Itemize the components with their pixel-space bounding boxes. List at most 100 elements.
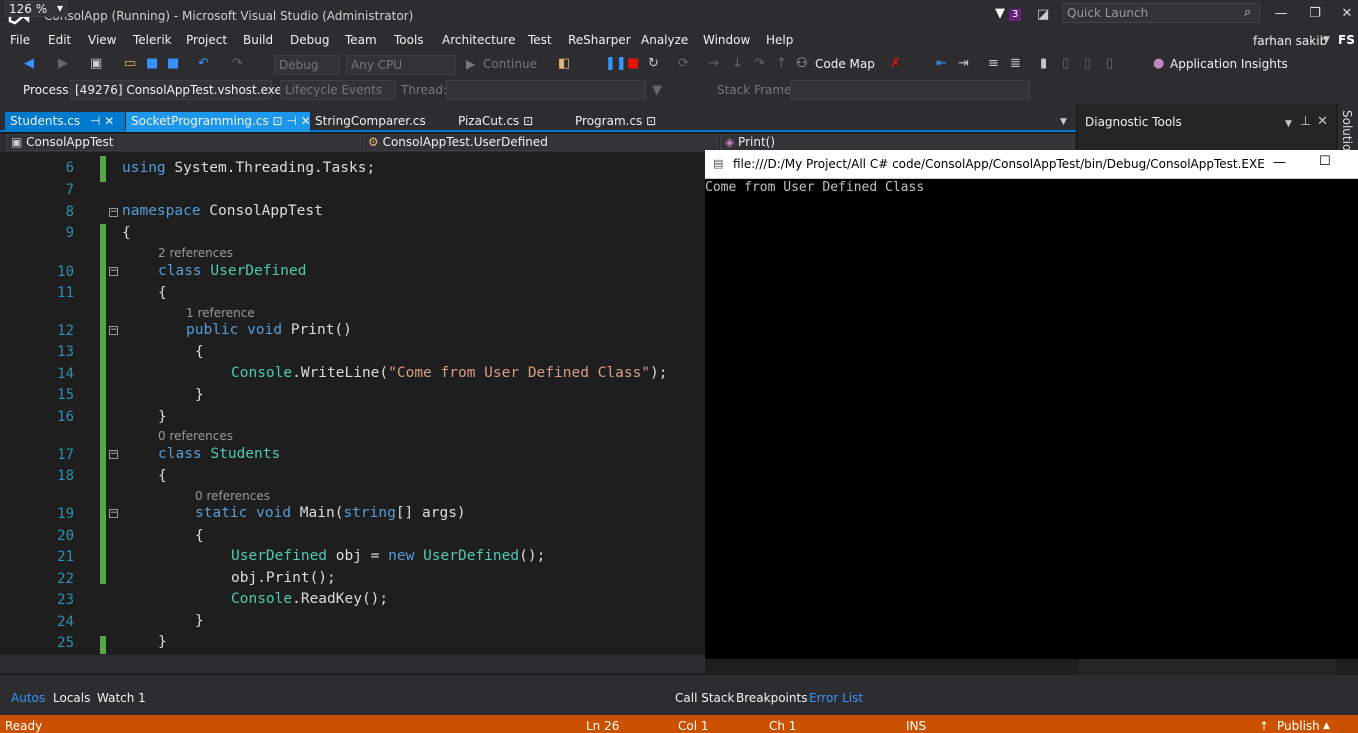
open-file-icon[interactable]: ▭ (124, 56, 136, 72)
publish-arrow-icon[interactable]: ↑ (1259, 719, 1269, 733)
search-icon[interactable]: ⌕ (1244, 5, 1251, 20)
continue-button[interactable]: Continue (483, 57, 537, 71)
tab-string-comparer[interactable]: StringComparer.cs (310, 112, 430, 132)
codelens-references[interactable]: 0 references (158, 429, 233, 443)
tab-breakpoints[interactable]: Breakpoints (736, 691, 807, 705)
menu-team[interactable]: Team (345, 33, 377, 47)
step-over-icon[interactable]: ↓ (732, 56, 743, 72)
solution-config-select[interactable]: Debug (274, 55, 340, 75)
publish-button[interactable]: Publish (1277, 719, 1320, 733)
next-bookmark-icon[interactable]: ▯ (1084, 56, 1091, 72)
restart-icon[interactable]: ↻ (648, 56, 659, 72)
chevron-down-icon[interactable]: ▼ (1285, 116, 1292, 132)
notification-count-badge[interactable]: 3 (1009, 9, 1022, 21)
pin-icon[interactable]: ⊣ (286, 114, 296, 128)
zoom-select[interactable]: 126 % ▼ (5, 1, 67, 17)
collapse-icon[interactable]: − (109, 326, 118, 335)
step-into-icon[interactable]: → (708, 56, 719, 72)
stack-frame-select[interactable] (790, 80, 1030, 100)
collapse-icon[interactable]: − (109, 208, 118, 217)
close-icon[interactable]: ✕ (1317, 114, 1328, 130)
restore-button[interactable]: ❐ (1304, 4, 1326, 24)
menu-window[interactable]: Window (703, 33, 750, 47)
menu-file[interactable]: File (10, 33, 30, 47)
back-icon[interactable]: ◀ (24, 56, 34, 72)
prev-bookmark-icon[interactable]: ▯ (1062, 56, 1069, 72)
lightbulb-icon[interactable]: ● (1153, 56, 1164, 72)
save-icon[interactable]: ■ (146, 56, 158, 72)
comment-icon[interactable]: ≡ (988, 56, 999, 72)
chevron-up-icon[interactable]: ▲ (1323, 721, 1330, 731)
menu-architecture[interactable]: Architecture (442, 33, 515, 47)
tab-error-list[interactable]: Error List (809, 691, 863, 705)
platform-select[interactable]: Any CPU (346, 55, 456, 75)
menu-analyze[interactable]: Analyze (641, 33, 688, 47)
user-avatar[interactable]: FS (1338, 33, 1355, 47)
debug-target-icon[interactable]: ◧ (558, 56, 570, 72)
codelens-references[interactable]: 0 references (195, 489, 270, 503)
menu-tools[interactable]: Tools (394, 33, 424, 47)
menu-project[interactable]: Project (186, 33, 227, 47)
console-maximize-button[interactable]: ☐ (1319, 154, 1331, 169)
user-name[interactable]: farhan sakib (1253, 34, 1327, 48)
menu-build[interactable]: Build (243, 33, 273, 47)
minimize-button[interactable]: — (1270, 4, 1292, 24)
continue-play-icon[interactable]: ▶ (466, 57, 475, 71)
lifecycle-events-select[interactable]: Lifecycle Events (280, 80, 396, 100)
tab-piza-cut[interactable]: PizaCut.cs ⊡ (453, 112, 553, 132)
menu-help[interactable]: Help (766, 33, 793, 47)
codelens-references[interactable]: 2 references (158, 246, 233, 260)
uncomment-icon[interactable]: ≣ (1010, 56, 1021, 72)
console-minimize-button[interactable]: — (1273, 155, 1286, 170)
tab-socket-programming[interactable]: SocketProgramming.cs ⊡ ⊣ ✕ (126, 112, 311, 132)
clear-bookmarks-icon[interactable]: ▯ (1106, 56, 1113, 72)
outdent-icon[interactable]: ⇥ (958, 56, 969, 72)
chevron-down-icon[interactable]: ▼ (1323, 35, 1330, 45)
menu-edit[interactable]: Edit (48, 33, 71, 47)
indent-icon[interactable]: ⇤ (936, 56, 947, 72)
collapse-icon[interactable]: − (109, 450, 118, 459)
tab-autos[interactable]: Autos (11, 691, 45, 705)
stop-icon[interactable]: ■ (627, 56, 639, 72)
feedback-icon[interactable]: ◪ (1037, 7, 1049, 22)
tab-call-stack[interactable]: Call Stack (675, 691, 734, 705)
undo-icon[interactable]: ↶ (198, 56, 209, 72)
menu-resharper[interactable]: ReSharper (568, 33, 631, 47)
tab-overflow-icon[interactable]: ▼ (1060, 114, 1067, 130)
pin-icon[interactable]: ⊣ (90, 114, 100, 128)
redo-icon[interactable]: ↷ (232, 56, 243, 72)
thread-select[interactable] (446, 80, 646, 100)
tab-locals[interactable]: Locals (53, 691, 90, 705)
close-button[interactable]: ✕ (1336, 4, 1358, 24)
console-output-area[interactable] (705, 179, 1358, 659)
notifications-filter-icon[interactable]: ▼ (995, 6, 1005, 21)
collapse-icon[interactable]: − (109, 267, 118, 276)
pause-icon[interactable]: ❚❚ (605, 56, 627, 72)
project-select[interactable]: ▣ ConsolAppTest (6, 134, 361, 151)
process-select[interactable]: [49276] ConsolAppTest.vshost.exe (70, 80, 282, 100)
new-project-icon[interactable]: ▣ (90, 56, 102, 72)
codelens-references[interactable]: 1 reference (186, 306, 255, 320)
collapse-icon[interactable]: − (109, 509, 118, 518)
code-map-button[interactable]: Code Map (815, 57, 875, 71)
forward-icon[interactable]: ▶ (58, 56, 68, 72)
show-next-statement-icon[interactable]: ⟳ (678, 56, 689, 72)
console-title-bar[interactable]: ▤ file:///D:/My Project/All C# code/Cons… (705, 150, 1358, 179)
tab-program[interactable]: Program.cs ⊡ (570, 112, 670, 132)
menu-telerik[interactable]: Telerik (133, 33, 172, 47)
bookmark-icon[interactable]: ▮ (1040, 56, 1047, 72)
close-icon[interactable]: ✕ (104, 114, 114, 128)
tab-students[interactable]: Students.cs ⊣ ✕ (5, 112, 125, 132)
breakpoint-toggle-icon[interactable]: ✗ (890, 56, 901, 72)
member-select[interactable]: ◈ Print() (720, 134, 1074, 151)
step-back-icon[interactable]: ↑ (776, 56, 787, 72)
application-insights-button[interactable]: Application Insights (1170, 57, 1288, 71)
quick-launch-input[interactable]: Quick Launch (1062, 3, 1260, 23)
code-map-icon[interactable]: ⚇ (796, 56, 808, 72)
step-out-icon[interactable]: ↷ (754, 56, 765, 72)
menu-debug[interactable]: Debug (290, 33, 329, 47)
pin-icon[interactable]: ⊥ (1300, 114, 1311, 130)
class-select[interactable]: ⚙ ConsolAppTest.UserDefined (363, 134, 718, 151)
tab-watch-1[interactable]: Watch 1 (97, 691, 146, 705)
menu-test[interactable]: Test (528, 33, 552, 47)
